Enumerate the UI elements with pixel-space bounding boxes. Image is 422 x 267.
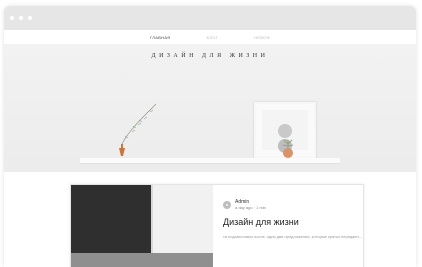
post-thumbnail[interactable] bbox=[71, 185, 213, 267]
nav-item-blog[interactable]: БЛОГ bbox=[206, 35, 218, 40]
window-dot[interactable] bbox=[10, 16, 14, 20]
post-excerpt: та подзаголовок поста: одна два предложе… bbox=[223, 234, 363, 239]
table-top bbox=[80, 158, 340, 163]
hero-title: ДИЗАЙН ДЛЯ ЖИЗНИ bbox=[151, 53, 269, 59]
window-dot[interactable] bbox=[19, 16, 23, 20]
post-meta: ● Admin a day ago · 1 min Дизайн для жиз… bbox=[223, 199, 363, 239]
site-navbar: ГЛАВНАЯ БЛОГ НЕВОФ bbox=[4, 30, 416, 44]
author-row: ● Admin a day ago · 1 min bbox=[223, 199, 363, 210]
post-info: a day ago · 1 min bbox=[235, 205, 266, 210]
branch-vase-illustration bbox=[119, 103, 157, 156]
nav-item-home[interactable]: ГЛАВНАЯ bbox=[150, 35, 170, 40]
plant-pot-illustration bbox=[282, 139, 294, 158]
post-title[interactable]: Дизайн для жизни bbox=[223, 217, 363, 227]
browser-window: ГЛАВНАЯ БЛОГ НЕВОФ ДИЗАЙН ДЛЯ ЖИЗНИ ● Ad… bbox=[4, 6, 416, 267]
post-card[interactable]: ● Admin a day ago · 1 min Дизайн для жиз… bbox=[70, 184, 364, 267]
window-dot[interactable] bbox=[28, 16, 32, 20]
post-section: ● Admin a day ago · 1 min Дизайн для жиз… bbox=[4, 172, 416, 267]
avatar-icon[interactable]: ● bbox=[223, 200, 231, 209]
window-titlebar bbox=[4, 6, 416, 30]
nav-item-third[interactable]: НЕВОФ bbox=[254, 35, 270, 40]
hero-banner: ДИЗАЙН ДЛЯ ЖИЗНИ bbox=[4, 44, 416, 172]
